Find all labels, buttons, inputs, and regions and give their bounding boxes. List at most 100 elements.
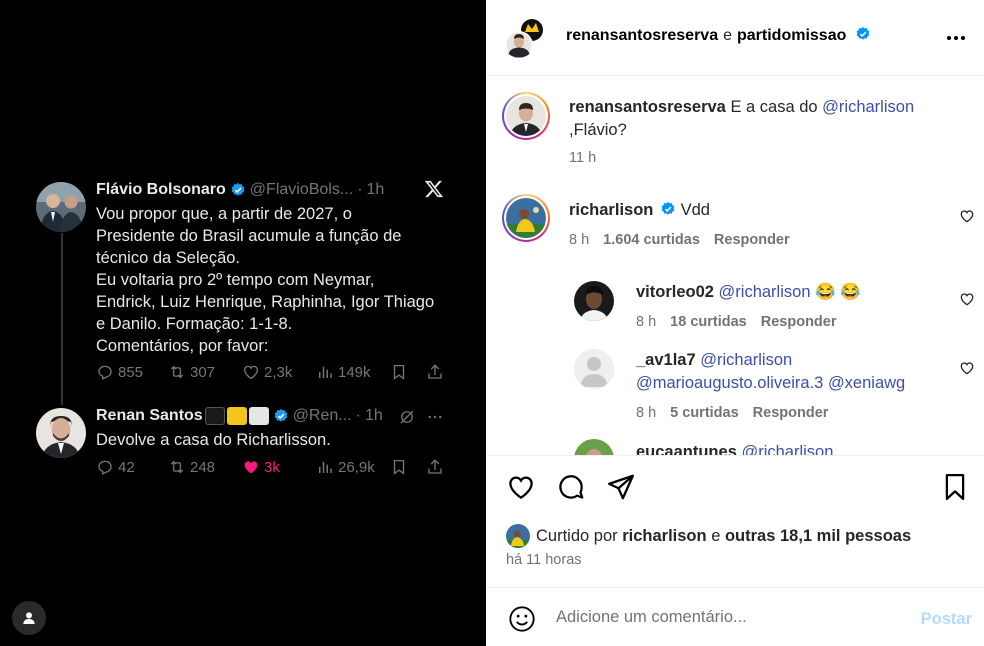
bookmark-button[interactable] xyxy=(390,363,408,381)
like-icon[interactable] xyxy=(506,472,536,502)
coauthor-username[interactable]: partidomissao xyxy=(737,27,846,44)
more-icon[interactable] xyxy=(426,408,444,426)
reply-icon xyxy=(98,365,112,380)
caption-text-after: ,Flávio? xyxy=(569,121,627,139)
like-count: 2,3k xyxy=(264,363,293,381)
share-button[interactable] xyxy=(426,458,444,476)
reply-likes[interactable]: 5 curtidas xyxy=(670,405,739,421)
views-count: 149k xyxy=(338,363,371,381)
views-button[interactable]: 26,9k xyxy=(316,458,375,476)
verified-icon xyxy=(856,27,870,40)
verified-icon xyxy=(661,202,675,215)
dot-icon xyxy=(961,36,965,40)
post-timestamp[interactable]: há 11 horas xyxy=(506,552,582,568)
reply-time: 8 h xyxy=(636,405,657,421)
reply-button[interactable]: Responder xyxy=(761,314,837,330)
reply-mention[interactable]: @richarlison xyxy=(719,283,811,301)
default-avatar-icon xyxy=(574,349,614,389)
reply-likes[interactable]: 18 curtidas xyxy=(670,314,747,330)
reply-button[interactable]: Responder xyxy=(714,232,790,248)
renan-avatar xyxy=(36,408,86,458)
heart-filled-icon xyxy=(244,461,258,474)
like-comment-icon[interactable] xyxy=(959,208,975,224)
author-username[interactable]: renansantosreserva xyxy=(566,27,718,44)
add-comment-bar: Postar xyxy=(486,588,984,646)
reply-button[interactable]: 855 xyxy=(96,363,143,381)
liked-by-conj: e xyxy=(711,526,721,545)
retweet-button[interactable]: 307 xyxy=(168,363,215,381)
views-count: 26,9k xyxy=(338,458,375,476)
reply-avatar[interactable] xyxy=(574,349,614,389)
share-icon[interactable] xyxy=(606,472,636,502)
reply-avatar[interactable] xyxy=(574,439,614,455)
comment-avatar[interactable] xyxy=(502,194,550,242)
yellow-square-emoji xyxy=(226,407,247,425)
flavio-avatar xyxy=(36,182,86,232)
liked-by-prefix: Curtido por xyxy=(536,526,618,545)
tweet-time: 1h xyxy=(366,181,385,198)
verified-icon xyxy=(274,409,288,422)
more-options-button[interactable] xyxy=(944,26,968,50)
tweet-handle: @Ren... xyxy=(292,407,352,424)
reply-mention[interactable]: @marioaugusto.oliveira.3 xyxy=(636,374,823,392)
comments-list[interactable]: renansantosreserva E a casa do @richarli… xyxy=(486,77,984,455)
dot-icon xyxy=(954,36,958,40)
reply-count: 855 xyxy=(118,363,144,381)
reply-mention[interactable]: @richarlison xyxy=(700,351,792,369)
collab-avatars[interactable] xyxy=(504,18,546,60)
comment-likes[interactable]: 1.604 curtidas xyxy=(603,232,700,248)
like-button[interactable]: 2,3k xyxy=(242,363,292,381)
reply-button[interactable]: 42 xyxy=(96,458,135,476)
bookmark-icon xyxy=(393,364,405,380)
liker-avatar[interactable] xyxy=(506,524,530,548)
like-button[interactable]: 3k xyxy=(242,458,280,476)
reply-icon xyxy=(98,460,112,475)
views-button[interactable]: 149k xyxy=(316,363,371,381)
caption-username[interactable]: renansantosreserva xyxy=(569,98,726,116)
like-comment-icon[interactable] xyxy=(959,291,975,307)
black-square-emoji xyxy=(204,407,225,425)
caption-text-before: E a casa do xyxy=(730,98,818,116)
liked-by-user[interactable]: richarlison xyxy=(622,527,706,546)
views-icon xyxy=(319,461,332,473)
tweet-time: 1h xyxy=(364,407,383,424)
like-comment-icon[interactable] xyxy=(959,360,975,376)
reply-avatar[interactable] xyxy=(574,281,614,321)
caption-avatar[interactable] xyxy=(502,92,550,140)
tweet-text: Devolve a casa do Richarlisson. xyxy=(96,431,331,449)
heart-icon xyxy=(243,365,259,380)
reply-username[interactable]: vitorleo02 xyxy=(636,283,714,301)
emoji-icon[interactable] xyxy=(508,605,536,633)
tweet-flavio-actions: 855 307 2,3k 149k xyxy=(36,361,456,383)
reply-mention[interactable]: @richarlison xyxy=(741,443,833,455)
grok-icon[interactable] xyxy=(398,408,416,426)
tweet-author-name[interactable]: Renan Santos xyxy=(96,405,203,427)
likes-summary: Curtido por richarlison e outras 18,1 mi… xyxy=(506,523,911,549)
tweet-author-name[interactable]: Flávio Bolsonaro xyxy=(96,179,226,201)
save-icon[interactable] xyxy=(940,472,970,502)
retweet-button[interactable]: 248 xyxy=(168,458,215,476)
comment-username[interactable]: richarlison xyxy=(569,201,653,219)
post-actions xyxy=(506,472,970,504)
bookmark-button[interactable] xyxy=(390,458,408,476)
reply-button[interactable]: Responder xyxy=(753,405,829,421)
reply-time: 8 h xyxy=(636,314,657,330)
comment-time: 8 h xyxy=(569,232,590,248)
white-square-emoji xyxy=(248,407,269,425)
comment-item: richarlison Vdd 8 h 1.604 curtidas Respond… xyxy=(486,192,984,252)
post-comment-button[interactable]: Postar xyxy=(921,610,972,629)
liked-by-others[interactable]: outras 18,1 mil pessoas xyxy=(725,527,911,546)
divider xyxy=(486,455,984,456)
retweet-icon xyxy=(170,365,184,379)
reply-username[interactable]: eucaantunes xyxy=(636,443,737,455)
reply-username[interactable]: _av1la7 xyxy=(636,351,696,369)
comment-icon[interactable] xyxy=(556,472,586,502)
reply-mention[interactable]: @xeniawg xyxy=(828,374,905,392)
comment-input[interactable] xyxy=(556,608,896,627)
comment-text: Vdd xyxy=(680,201,710,219)
user-tags-button[interactable] xyxy=(12,601,46,635)
share-button[interactable] xyxy=(426,363,444,381)
reply-count: 42 xyxy=(118,458,135,476)
views-icon xyxy=(319,366,332,378)
caption-mention[interactable]: @richarlison xyxy=(822,98,914,116)
